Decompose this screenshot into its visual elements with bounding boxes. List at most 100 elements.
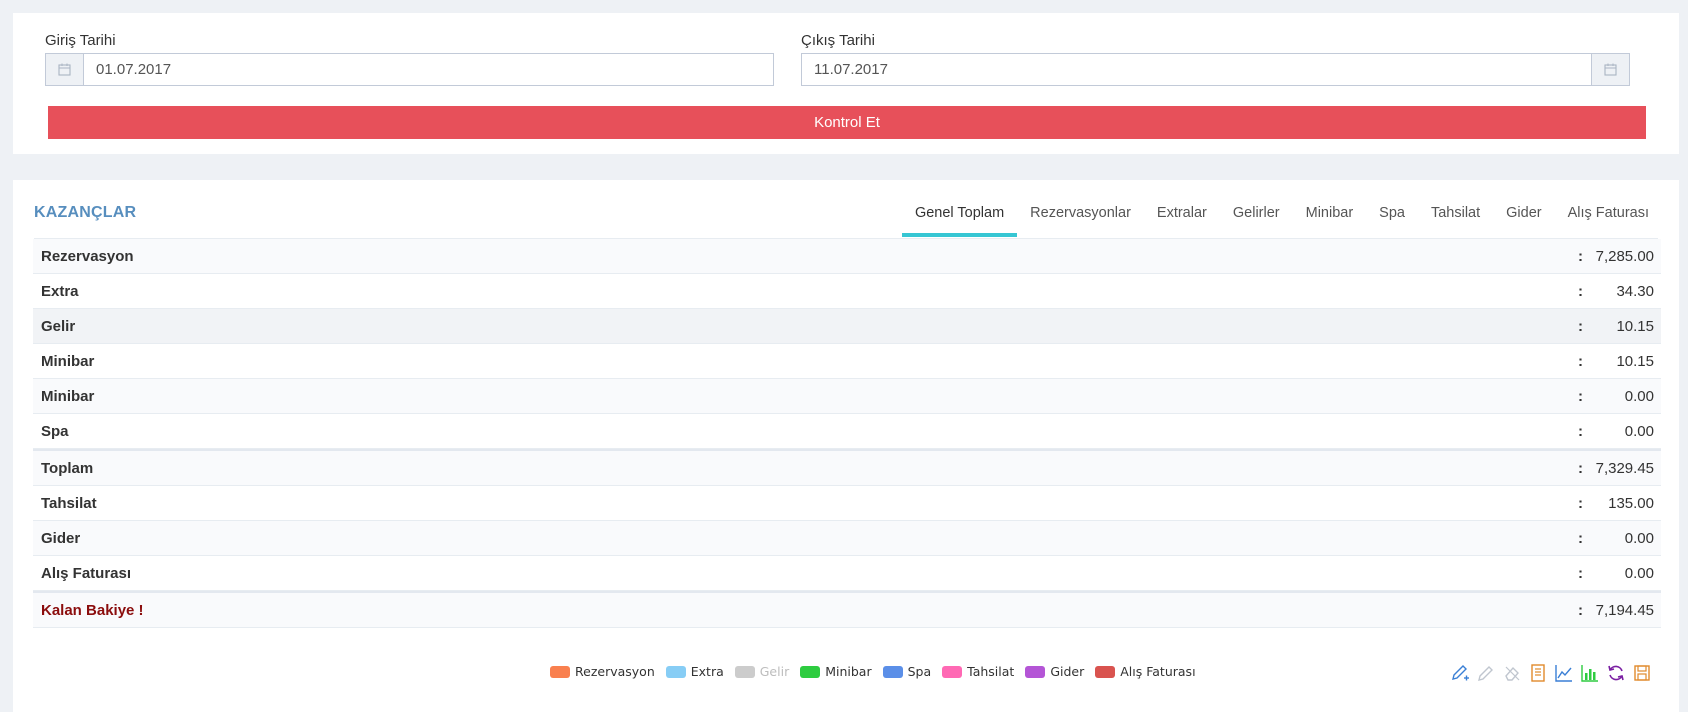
row-colon: : xyxy=(1578,247,1583,265)
row-label: Alış Faturası xyxy=(41,564,132,582)
row-value: 0.00 xyxy=(1624,529,1654,547)
row-value: 0.00 xyxy=(1624,387,1654,405)
legend-label: Extra xyxy=(690,664,724,679)
checkout-label: Çıkış Tarihi xyxy=(801,32,875,49)
row-colon: : xyxy=(1578,459,1583,477)
bar-chart-icon[interactable] xyxy=(1580,663,1600,683)
row-colon: : xyxy=(1578,387,1583,405)
legend-label: Rezervasyon xyxy=(575,664,655,679)
refresh-icon[interactable] xyxy=(1606,663,1626,683)
legend-label: Gider xyxy=(1050,664,1085,679)
checkout-input[interactable] xyxy=(802,54,1591,85)
table-row: Minibar : 0.00 xyxy=(33,379,1661,414)
legend-item-tahsilat[interactable]: Tahsilat xyxy=(942,664,1014,679)
legend-label: Alış Faturası xyxy=(1120,664,1196,679)
row-value: 34.30 xyxy=(1616,282,1654,300)
tab-gider[interactable]: Gider xyxy=(1493,193,1554,235)
row-label: Gider xyxy=(41,529,81,547)
row-colon: : xyxy=(1578,317,1583,335)
checkout-group xyxy=(801,53,1630,86)
line-chart-icon[interactable] xyxy=(1554,663,1574,683)
legend-item-extra[interactable]: Extra xyxy=(665,664,724,679)
row-label: Toplam xyxy=(41,459,94,477)
row-colon: : xyxy=(1578,564,1583,582)
edit-add-icon[interactable] xyxy=(1450,663,1470,683)
row-label: Minibar xyxy=(41,387,95,405)
row-value: 0.00 xyxy=(1624,564,1654,582)
legend-swatch xyxy=(882,665,903,678)
legend-swatch xyxy=(800,665,821,678)
tab-minibar[interactable]: Minibar xyxy=(1293,193,1367,235)
table-row: Spa : 0.00 xyxy=(33,414,1661,449)
legend-swatch xyxy=(942,665,963,678)
legend-label: Gelir xyxy=(759,664,790,679)
legend-item-spa[interactable]: Spa xyxy=(882,664,932,679)
tab-gelirler[interactable]: Gelirler xyxy=(1220,193,1293,235)
row-value: 0.00 xyxy=(1624,422,1654,440)
chart-legend: Rezervasyon Extra Gelir Minibar Spa Tahs… xyxy=(550,664,1207,679)
legend-swatch xyxy=(665,665,686,678)
date-filter-panel: Giriş Tarihi Çıkış Tarihi Kontrol Et xyxy=(13,13,1679,154)
row-value: 7,194.45 xyxy=(1595,601,1654,619)
row-label: Spa xyxy=(41,422,69,440)
legend-label: Tahsilat xyxy=(967,664,1015,679)
table-row: Gelir : 10.15 xyxy=(33,309,1661,344)
tab-rezervasyonlar[interactable]: Rezervasyonlar xyxy=(1017,193,1144,235)
row-label: Minibar xyxy=(41,352,95,370)
earnings-panel: KAZANÇLAR Genel Toplam Rezervasyonlar Ex… xyxy=(13,180,1679,712)
table-row-total: Toplam : 7,329.45 xyxy=(33,449,1661,486)
edit-icon[interactable] xyxy=(1476,663,1496,683)
checkin-group xyxy=(45,53,774,86)
checkin-input[interactable] xyxy=(84,54,773,85)
table-row: Gider : 0.00 xyxy=(33,521,1661,556)
earnings-table: Rezervasyon : 7,285.00 Extra : 34.30 Gel… xyxy=(33,239,1661,628)
legend-label: Spa xyxy=(907,664,932,679)
tab-spa[interactable]: Spa xyxy=(1366,193,1418,235)
row-colon: : xyxy=(1578,601,1583,619)
row-value: 10.15 xyxy=(1616,317,1654,335)
table-row: Tahsilat : 135.00 xyxy=(33,486,1661,521)
row-value: 7,329.45 xyxy=(1595,459,1654,477)
check-button[interactable]: Kontrol Et xyxy=(48,106,1646,139)
section-title: KAZANÇLAR xyxy=(34,204,137,221)
table-row-balance: Kalan Bakiye ! : 7,194.45 xyxy=(33,591,1661,628)
row-value: 135.00 xyxy=(1608,494,1654,512)
tab-extralar[interactable]: Extralar xyxy=(1144,193,1220,235)
row-colon: : xyxy=(1578,282,1583,300)
legend-swatch xyxy=(734,665,755,678)
row-value: 10.15 xyxy=(1616,352,1654,370)
table-row: Minibar : 10.15 xyxy=(33,344,1661,379)
tab-genel-toplam[interactable]: Genel Toplam xyxy=(901,193,1018,237)
legend-item-rezervasyon[interactable]: Rezervasyon xyxy=(550,664,655,679)
erase-icon[interactable] xyxy=(1502,663,1522,683)
tab-alis-faturasi[interactable]: Alış Faturası xyxy=(1555,193,1662,235)
save-icon[interactable] xyxy=(1632,663,1652,683)
row-colon: : xyxy=(1578,529,1583,547)
row-label: Tahsilat xyxy=(41,494,97,512)
earnings-tabs: Genel Toplam Rezervasyonlar Extralar Gel… xyxy=(901,193,1662,237)
legend-label: Minibar xyxy=(825,664,872,679)
chart-toolbar xyxy=(1450,663,1652,683)
checkin-label: Giriş Tarihi xyxy=(45,32,116,49)
document-icon[interactable] xyxy=(1528,663,1548,683)
table-row: Alış Faturası : 0.00 xyxy=(33,556,1661,591)
calendar-icon[interactable] xyxy=(1591,54,1629,85)
calendar-icon[interactable] xyxy=(46,54,84,85)
legend-swatch xyxy=(1095,665,1116,678)
legend-item-gider[interactable]: Gider xyxy=(1025,664,1084,679)
row-colon: : xyxy=(1578,352,1583,370)
row-label: Rezervasyon xyxy=(41,247,134,265)
legend-item-gelir[interactable]: Gelir xyxy=(734,664,790,679)
tab-tahsilat[interactable]: Tahsilat xyxy=(1418,193,1493,235)
legend-item-alis-faturasi[interactable]: Alış Faturası xyxy=(1095,664,1196,679)
legend-swatch xyxy=(1025,665,1046,678)
row-label: Gelir xyxy=(41,317,76,335)
row-label: Extra xyxy=(41,282,79,300)
row-colon: : xyxy=(1578,422,1583,440)
row-value: 7,285.00 xyxy=(1595,247,1654,265)
table-row: Rezervasyon : 7,285.00 xyxy=(33,239,1661,274)
row-colon: : xyxy=(1578,494,1583,512)
table-row: Extra : 34.30 xyxy=(33,274,1661,309)
legend-item-minibar[interactable]: Minibar xyxy=(800,664,872,679)
legend-swatch xyxy=(550,665,570,678)
